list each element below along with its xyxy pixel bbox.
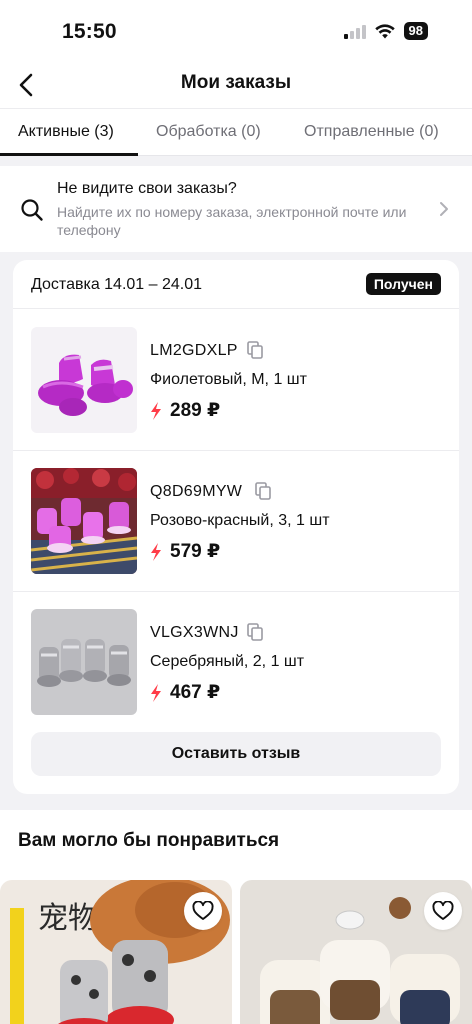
status-badge: Получен [365, 273, 441, 295]
recommendations-section: Вам могло бы понравиться 宠物鞋 [0, 810, 472, 1024]
order-item[interactable]: Q8D69MYW Розово-красный, 3, 1 шт 579 ₽ [13, 451, 459, 592]
order-item[interactable]: LM2GDXLP Фиолетовый, M, 1 шт 289 ₽ [13, 310, 459, 451]
find-orders-title: Не видите свои заказы? [57, 180, 237, 197]
order-item-code: VLGX3WNJ [150, 624, 239, 641]
recommendation-card[interactable] [240, 880, 472, 1024]
page-title: Мои заказы [180, 72, 292, 93]
wifi-icon [374, 23, 395, 38]
order-item-price-row: 467 ₽ [150, 681, 220, 704]
chevron-right-icon [440, 202, 448, 216]
recommendations-title: Вам могло бы понравиться [18, 830, 280, 851]
lightning-icon [151, 683, 161, 702]
order-item-variant: Розово-красный, 3, 1 шт [150, 512, 330, 529]
leave-review-button[interactable]: Оставить отзыв [31, 732, 441, 776]
copy-icon[interactable] [245, 340, 265, 360]
status-bar: 15:50 98 [0, 0, 472, 62]
tab-active[interactable]: Активные (3) [18, 123, 114, 141]
add-to-favorites-button[interactable] [424, 892, 462, 930]
copy-icon[interactable] [245, 622, 265, 642]
find-orders-banner[interactable]: Не видите свои заказы? Найдите их по ном… [0, 166, 472, 252]
battery-indicator: 98 [403, 22, 428, 40]
order-header: Доставка 14.01 – 24.01 Получен [13, 260, 459, 309]
product-image-pink-boots[interactable] [31, 468, 137, 574]
order-item-price: 579 ₽ [170, 541, 221, 562]
copy-icon[interactable] [253, 481, 273, 501]
product-image-purple-boots[interactable] [31, 327, 137, 433]
heart-icon [192, 901, 214, 920]
lightning-icon [151, 401, 161, 420]
lightning-icon [151, 542, 161, 561]
search-icon [21, 199, 43, 221]
order-item-price: 467 ₽ [170, 682, 221, 703]
order-item-price: 289 ₽ [170, 400, 221, 421]
recommendation-card[interactable]: 宠物鞋 [0, 880, 232, 1024]
delivery-dates: Доставка 14.01 – 24.01 [31, 276, 203, 293]
cellular-signal-icon [343, 24, 366, 39]
order-item-variant: Фиолетовый, M, 1 шт [150, 371, 307, 388]
product-image-silver-boots[interactable] [31, 609, 137, 715]
order-item-code: LM2GDXLP [150, 342, 238, 359]
tab-processing[interactable]: Обработка (0) [156, 123, 261, 141]
order-item-price-row: 289 ₽ [150, 399, 220, 422]
find-orders-subtitle: Найдите их по номеру заказа, электронной… [57, 204, 407, 238]
add-to-favorites-button[interactable] [184, 892, 222, 930]
order-item-variant: Серебряный, 2, 1 шт [150, 653, 305, 670]
order-card: Доставка 14.01 – 24.01 Получен LM2GDXLP [13, 260, 459, 794]
order-item-code: Q8D69MYW [150, 483, 243, 500]
order-tabs: Активные (3) Обработка (0) Отправленные … [0, 108, 472, 156]
active-tab-indicator [0, 153, 138, 156]
status-time: 15:50 [62, 20, 117, 43]
order-item-price-row: 579 ₽ [150, 540, 220, 563]
heart-icon [432, 901, 454, 920]
tab-shipped[interactable]: Отправленные (0) [304, 123, 439, 141]
order-item[interactable]: VLGX3WNJ Серебряный, 2, 1 шт 467 ₽ [13, 592, 459, 733]
nav-bar: Мои заказы [0, 62, 472, 108]
status-icons: 98 [343, 22, 428, 40]
